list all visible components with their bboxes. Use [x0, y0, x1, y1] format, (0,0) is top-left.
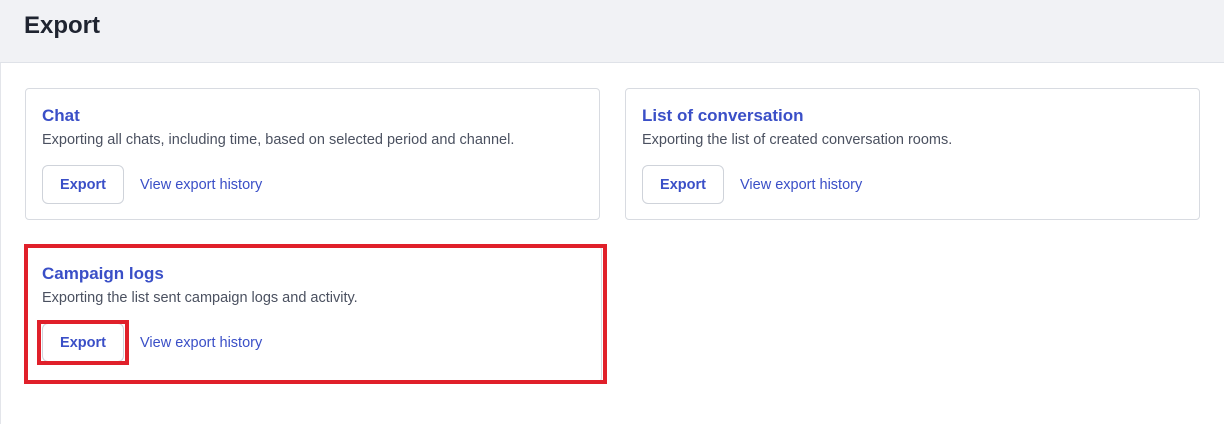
- export-button[interactable]: Export: [642, 165, 724, 204]
- view-export-history-link[interactable]: View export history: [740, 177, 862, 193]
- card-title: Campaign logs: [42, 264, 164, 283]
- export-card-list-of-conversation: List of conversation Exporting the list …: [625, 88, 1200, 220]
- view-export-history-link[interactable]: View export history: [140, 335, 262, 351]
- card-actions: Export View export history: [42, 165, 583, 204]
- card-actions: Export View export history: [42, 323, 585, 362]
- export-content: Chat Exporting all chats, including time…: [0, 63, 1224, 424]
- card-actions: Export View export history: [642, 165, 1183, 204]
- card-description: Exporting all chats, including time, bas…: [42, 132, 515, 148]
- card-title: Chat: [42, 106, 80, 125]
- card-description: Exporting the list sent campaign logs an…: [42, 290, 358, 306]
- export-button[interactable]: Export: [42, 323, 124, 362]
- view-export-history-link[interactable]: View export history: [140, 177, 262, 193]
- export-button[interactable]: Export: [42, 165, 124, 204]
- card-description: Exporting the list of created conversati…: [642, 132, 953, 148]
- page-header: Export: [0, 0, 1224, 63]
- export-card-campaign-logs: Campaign logs Exporting the list sent ca…: [25, 246, 602, 382]
- page-title: Export: [24, 12, 101, 39]
- export-card-chat: Chat Exporting all chats, including time…: [25, 88, 600, 220]
- card-title: List of conversation: [642, 106, 804, 125]
